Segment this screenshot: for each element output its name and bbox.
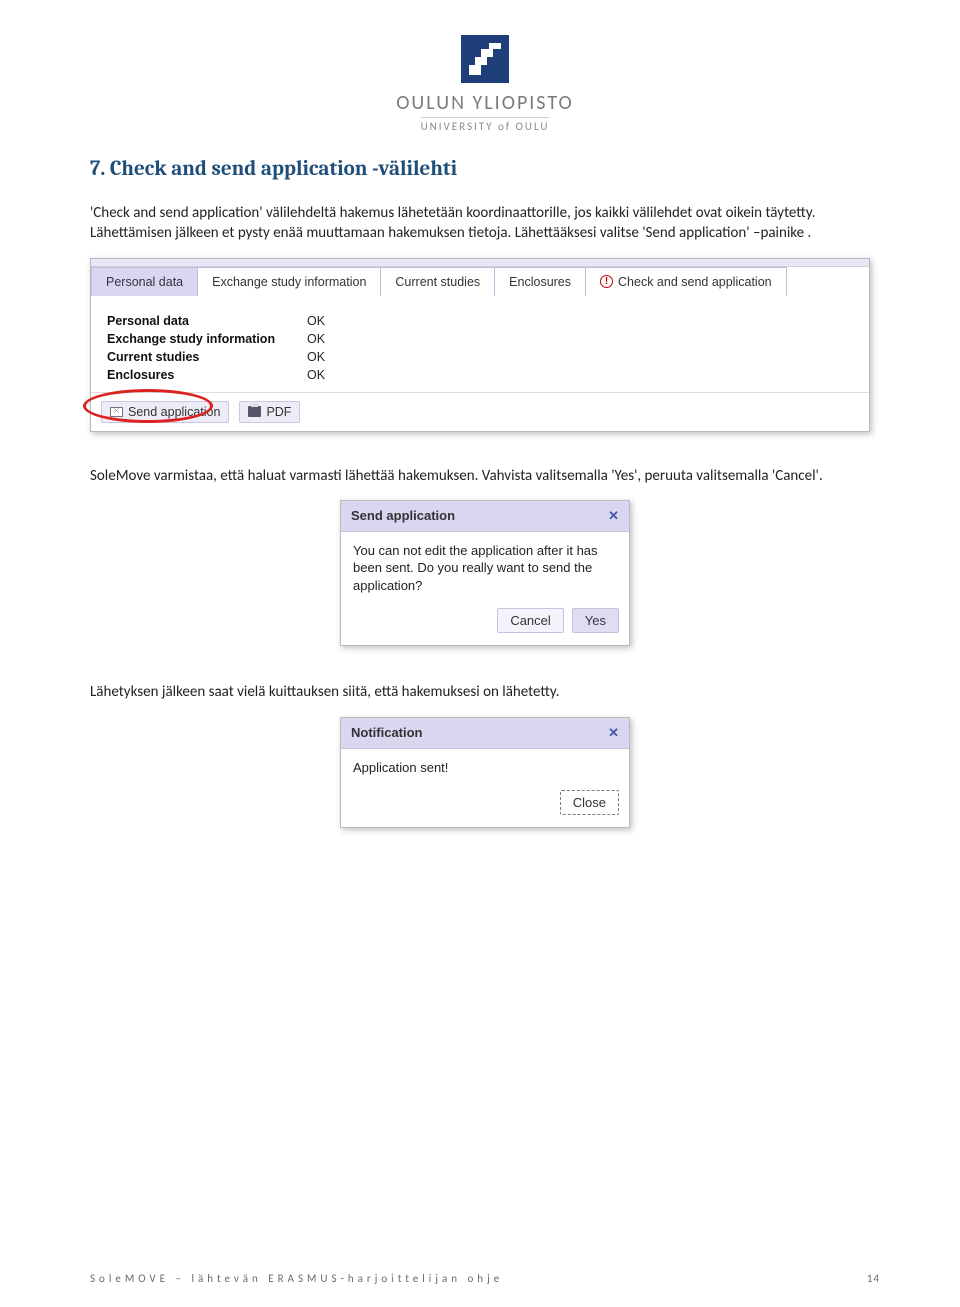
yes-button[interactable]: Yes bbox=[572, 608, 619, 633]
tab-enclosures[interactable]: Enclosures bbox=[494, 267, 586, 296]
checklist-value: OK bbox=[307, 350, 325, 364]
body-paragraph-2: SoleMove varmistaa, että haluat varmasti… bbox=[90, 466, 880, 486]
logo-text-secondary: UNIVERSITY of OULU bbox=[421, 117, 550, 133]
checklist-row: Exchange study information OK bbox=[107, 330, 853, 348]
send-application-button[interactable]: Send application bbox=[101, 401, 229, 423]
section-heading: 7. Check and send application -välilehti bbox=[90, 157, 880, 181]
footer-text: SoleMOVE – lähtevän ERASMUS-harjoittelij… bbox=[90, 1272, 503, 1285]
confirm-dialog-body: You can not edit the application after i… bbox=[341, 532, 629, 609]
confirm-dialog-title: Send application bbox=[351, 508, 455, 523]
checklist-label: Current studies bbox=[107, 350, 307, 364]
send-application-label: Send application bbox=[128, 405, 220, 419]
checklist-label: Exchange study information bbox=[107, 332, 307, 346]
checklist: Personal data OK Exchange study informat… bbox=[91, 296, 869, 392]
cancel-button[interactable]: Cancel bbox=[497, 608, 563, 633]
checklist-row: Current studies OK bbox=[107, 348, 853, 366]
header-logo: OULUN YLIOPISTO UNIVERSITY of OULU bbox=[90, 35, 880, 135]
close-icon[interactable]: ✕ bbox=[608, 725, 619, 741]
logo-text-primary: OULUN YLIOPISTO bbox=[90, 91, 880, 115]
envelope-icon bbox=[110, 407, 123, 417]
tab-personal-data[interactable]: Personal data bbox=[91, 267, 198, 296]
checklist-row: Enclosures OK bbox=[107, 366, 853, 384]
notification-dialog-title: Notification bbox=[351, 725, 423, 740]
tab-exchange-study[interactable]: Exchange study information bbox=[197, 267, 381, 296]
action-bar: Send application PDF bbox=[91, 392, 869, 431]
close-button[interactable]: Close bbox=[560, 790, 619, 815]
logo-mark bbox=[461, 35, 509, 83]
checklist-value: OK bbox=[307, 314, 325, 328]
notification-dialog-body: Application sent! bbox=[341, 749, 629, 791]
checklist-row: Personal data OK bbox=[107, 312, 853, 330]
checklist-label: Personal data bbox=[107, 314, 307, 328]
alert-icon: ! bbox=[600, 275, 613, 288]
pdf-button[interactable]: PDF bbox=[239, 401, 300, 423]
page-footer: SoleMOVE – lähtevän ERASMUS-harjoittelij… bbox=[90, 1272, 880, 1285]
tab-check-and-send-label: Check and send application bbox=[618, 275, 772, 289]
tab-check-and-send[interactable]: ! Check and send application bbox=[585, 267, 787, 296]
printer-icon bbox=[248, 406, 261, 417]
tab-bar: Personal data Exchange study information… bbox=[91, 267, 869, 296]
page-number: 14 bbox=[867, 1272, 880, 1285]
body-paragraph-3: Lähetyksen jälkeen saat vielä kuittaukse… bbox=[90, 682, 880, 702]
body-paragraph-1: 'Check and send application' välilehdelt… bbox=[90, 203, 880, 244]
pdf-label: PDF bbox=[266, 405, 291, 419]
checklist-value: OK bbox=[307, 368, 325, 382]
notification-dialog: Notification ✕ Application sent! Close bbox=[340, 717, 630, 829]
confirm-dialog: Send application ✕ You can not edit the … bbox=[340, 500, 630, 647]
screenshot-check-and-send: Personal data Exchange study information… bbox=[90, 258, 870, 432]
checklist-label: Enclosures bbox=[107, 368, 307, 382]
close-icon[interactable]: ✕ bbox=[608, 508, 619, 524]
checklist-value: OK bbox=[307, 332, 325, 346]
tab-current-studies[interactable]: Current studies bbox=[380, 267, 495, 296]
